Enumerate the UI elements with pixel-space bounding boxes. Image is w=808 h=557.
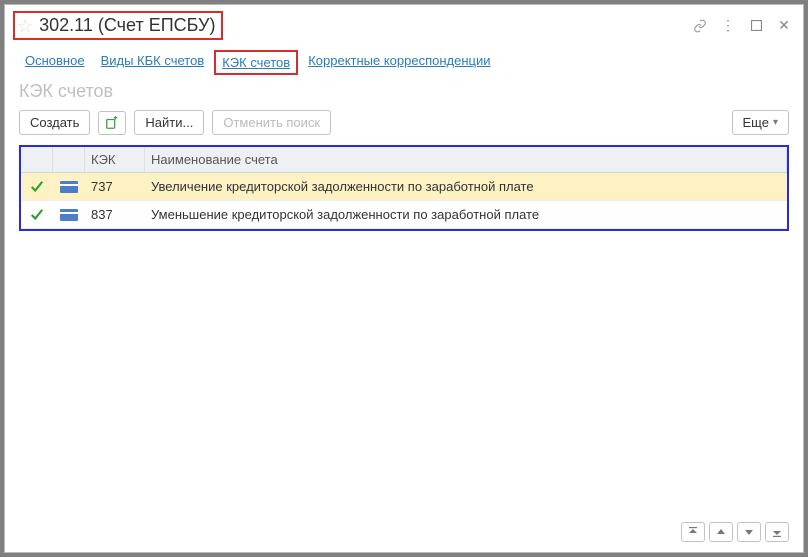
grid-empty-area	[19, 239, 789, 510]
create-button[interactable]: Создать	[19, 110, 90, 135]
col-card[interactable]	[53, 147, 85, 172]
create-copy-button[interactable]	[98, 111, 126, 135]
data-grid: КЭК Наименование счета 737 Увеличение кр…	[19, 145, 789, 231]
copy-plus-icon	[105, 116, 119, 130]
row-active-mark	[21, 204, 53, 226]
more-label: Еще	[743, 115, 769, 130]
row-code: 737	[85, 175, 145, 198]
nav-down-icon[interactable]	[737, 522, 761, 542]
maximize-icon[interactable]	[745, 15, 767, 37]
kebab-menu-icon[interactable]: ⋮	[717, 15, 739, 37]
table-row[interactable]: 737 Увеличение кредиторской задолженност…	[21, 173, 787, 201]
table-row[interactable]: 837 Уменьшение кредиторской задолженност…	[21, 201, 787, 229]
favorite-star-icon[interactable]: ☆	[17, 17, 33, 35]
check-icon	[30, 208, 44, 222]
tab-correspondence[interactable]: Корректные корреспонденции	[302, 50, 496, 75]
row-code: 837	[85, 203, 145, 226]
row-card-icon	[53, 177, 85, 197]
col-code-header[interactable]: КЭК	[85, 147, 145, 172]
find-button[interactable]: Найти...	[134, 110, 204, 135]
row-card-icon	[53, 205, 85, 225]
tab-kek[interactable]: КЭК счетов	[214, 50, 298, 75]
tab-kbk-types[interactable]: Виды КБК счетов	[95, 50, 211, 75]
window-title: 302.11 (Счет ЕПСБУ)	[39, 15, 215, 36]
close-icon[interactable]: ✕	[773, 15, 795, 37]
nav-first-icon[interactable]	[681, 522, 705, 542]
row-active-mark	[21, 176, 53, 198]
col-name-header[interactable]: Наименование счета	[145, 147, 787, 172]
cancel-search-button[interactable]: Отменить поиск	[212, 110, 331, 135]
grid-header: КЭК Наименование счета	[21, 147, 787, 173]
app-window: ☆ 302.11 (Счет ЕПСБУ) ⋮ ✕ Основное Виды …	[4, 4, 804, 553]
card-icon	[60, 181, 78, 193]
footer-nav	[5, 518, 803, 552]
title-highlight: ☆ 302.11 (Счет ЕПСБУ)	[13, 11, 223, 40]
chevron-down-icon: ▾	[773, 117, 778, 128]
row-name: Уменьшение кредиторской задолженности по…	[145, 203, 787, 226]
tabs: Основное Виды КБК счетов КЭК счетов Корр…	[5, 44, 803, 79]
more-button[interactable]: Еще ▾	[732, 110, 789, 135]
nav-last-icon[interactable]	[765, 522, 789, 542]
toolbar: Создать Найти... Отменить поиск Еще ▾	[5, 108, 803, 145]
check-icon	[30, 180, 44, 194]
row-name: Увеличение кредиторской задолженности по…	[145, 175, 787, 198]
titlebar: ☆ 302.11 (Счет ЕПСБУ) ⋮ ✕	[5, 5, 803, 44]
col-status[interactable]	[21, 147, 53, 172]
card-icon	[60, 209, 78, 221]
link-icon[interactable]	[689, 15, 711, 37]
nav-up-icon[interactable]	[709, 522, 733, 542]
tab-main[interactable]: Основное	[19, 50, 91, 75]
section-title: КЭК счетов	[5, 79, 803, 108]
